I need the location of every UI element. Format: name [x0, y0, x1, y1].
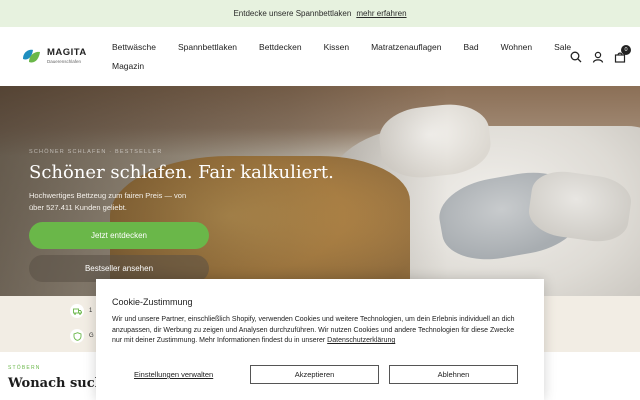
- cart-count-badge: 0: [621, 45, 631, 55]
- manage-settings-link[interactable]: Einstellungen verwalten: [134, 370, 213, 379]
- discover-button[interactable]: Jetzt entdecken: [29, 222, 209, 249]
- bestseller-button[interactable]: Bestseller ansehen: [29, 255, 209, 282]
- cart-icon[interactable]: 0: [614, 45, 631, 63]
- nav-item-magazin[interactable]: Magazin: [112, 61, 144, 71]
- nav-item-bad[interactable]: Bad: [464, 42, 479, 52]
- nav-item-wohnen[interactable]: Wohnen: [501, 42, 533, 52]
- nav-item-bettdecken[interactable]: Bettdecken: [259, 42, 302, 52]
- search-icon[interactable]: [570, 50, 582, 63]
- logo-leaf-icon: [20, 45, 42, 67]
- cookie-body: Wir und unsere Partner, einschließlich S…: [112, 316, 515, 344]
- cookie-text: Wir und unsere Partner, einschließlich S…: [112, 315, 522, 347]
- accept-button[interactable]: Akzeptieren: [250, 365, 379, 384]
- nav-item-spannbettlaken[interactable]: Spannbettlaken: [178, 42, 237, 52]
- section-eyebrow: STÖBERN: [8, 365, 41, 371]
- nav-item-matratzenauflagen[interactable]: Matratzenauflagen: [371, 42, 441, 52]
- logo[interactable]: MAGITA Dauerenschlafen: [20, 45, 87, 67]
- hero-eyebrow: SCHÖNER SCHLAFEN · BESTSELLER: [29, 149, 163, 155]
- announcement-bar: Entdecke unsere Spannbettlaken mehr erfa…: [0, 0, 640, 27]
- trust-text: G: [89, 333, 94, 339]
- truck-icon: [70, 304, 84, 318]
- nav-item-kissen[interactable]: Kissen: [324, 42, 350, 52]
- site-header: MAGITA Dauerenschlafen Bettwäsche Spannb…: [0, 27, 640, 86]
- trust-item: 1: [70, 304, 92, 318]
- header-icons: 0: [570, 45, 631, 63]
- hero-subtitle: Hochwertiges Bettzeug zum fairen Preis —…: [29, 191, 187, 212]
- trust-text: 1: [89, 308, 93, 314]
- decline-button[interactable]: Ablehnen: [389, 365, 518, 384]
- announcement-text: Entdecke unsere Spannbettlaken: [233, 9, 352, 18]
- shield-icon: [70, 329, 84, 343]
- cookie-title: Cookie-Zustimmung: [112, 297, 193, 307]
- hero-title: Schöner schlafen. Fair kalkuliert.: [29, 162, 334, 183]
- hero-banner: SCHÖNER SCHLAFEN · BESTSELLER Schöner sc…: [0, 86, 640, 296]
- trust-item: G: [70, 329, 94, 343]
- nav-item-sale[interactable]: Sale: [554, 42, 571, 52]
- privacy-policy-link[interactable]: Datenschutzerklärung: [327, 337, 395, 344]
- user-icon[interactable]: [592, 50, 604, 63]
- announcement-link[interactable]: mehr erfahren: [356, 9, 406, 18]
- nav-item-bettwaesche[interactable]: Bettwäsche: [112, 42, 156, 52]
- cookie-consent-dialog: Cookie-Zustimmung Wir und unsere Partner…: [96, 279, 544, 400]
- logo-name: MAGITA: [47, 47, 87, 58]
- logo-tagline: Dauerenschlafen: [47, 58, 82, 64]
